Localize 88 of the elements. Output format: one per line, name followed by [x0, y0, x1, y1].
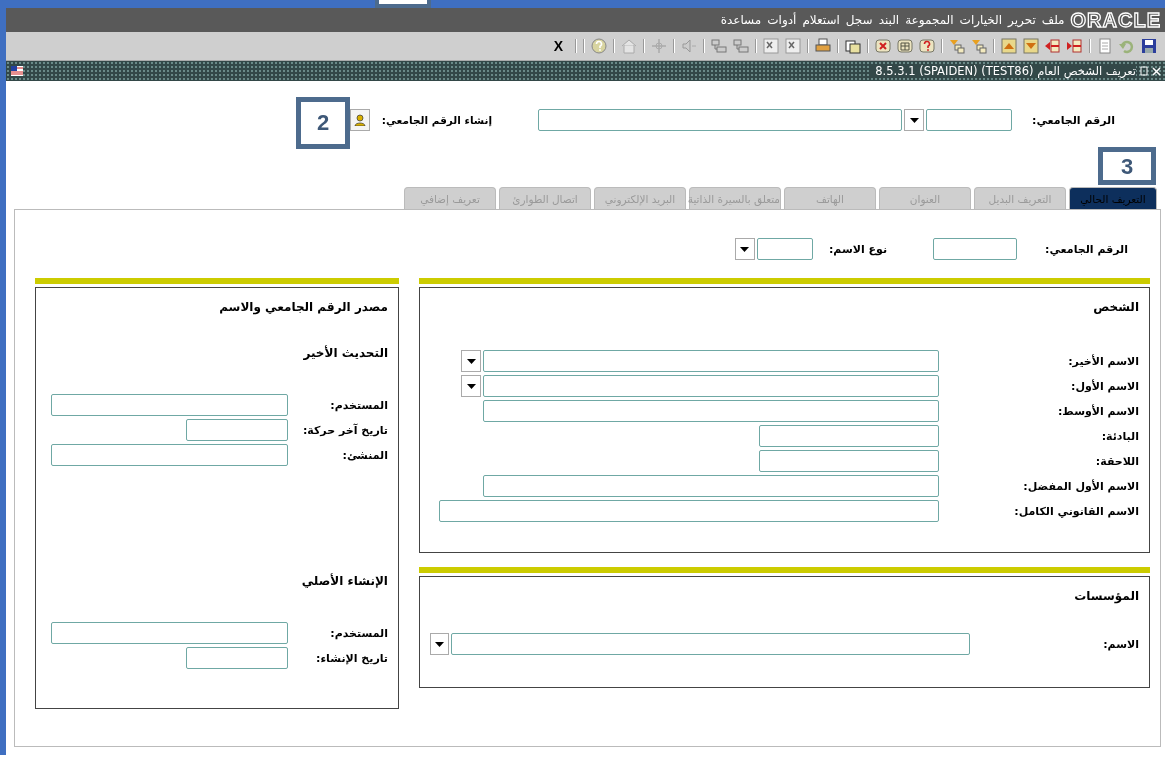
document-icon[interactable]: [1097, 38, 1113, 54]
caret-icon: [466, 383, 476, 389]
menu-item[interactable]: تحرير: [1008, 13, 1036, 27]
window-title: تعريف الشخص العام (TEST86) 8.5.3.1 (SPAIDEN): [871, 64, 1136, 78]
dropdown-button[interactable]: [461, 375, 481, 397]
caret-icon: [909, 117, 919, 123]
menu-item[interactable]: البند: [878, 13, 900, 27]
field-label: المستخدم:: [329, 626, 388, 640]
dropdown-button[interactable]: [461, 350, 481, 372]
section-title: المؤسسات: [1074, 589, 1139, 603]
cleared-x-icon[interactable]: [763, 38, 779, 54]
text-field[interactable]: [483, 400, 939, 422]
database-question-icon[interactable]: [919, 38, 935, 54]
field-label: الاسم:: [1102, 637, 1139, 651]
field-label: إنشاء الرقم الجامعي:: [381, 114, 493, 126]
flag-icon: [10, 64, 24, 78]
text-field[interactable]: [759, 425, 939, 447]
funnel-stack-icon[interactable]: [949, 38, 965, 54]
logo: ORACLE: [1070, 8, 1161, 32]
text-field[interactable]: [933, 238, 1018, 260]
text-field[interactable]: [51, 394, 288, 416]
caret-icon: [740, 246, 750, 252]
text-field[interactable]: [186, 647, 288, 669]
group-title: الإنشاء الأصلي: [301, 574, 388, 588]
menu-item[interactable]: أدوات: [767, 13, 797, 27]
section-title: مصدر الرقم الجامعي والاسم: [219, 300, 388, 314]
window-icon: [1140, 66, 1148, 76]
caret-icon: [466, 358, 476, 364]
text-field[interactable]: [483, 475, 939, 497]
database-table-icon[interactable]: [897, 38, 913, 54]
field-label: الاسم الأخير:: [1067, 354, 1139, 368]
generate-button[interactable]: [349, 109, 370, 131]
blocks-icon[interactable]: [711, 38, 727, 54]
caret-icon: [435, 641, 445, 647]
text-field[interactable]: [51, 622, 288, 644]
callout-number: 2: [296, 97, 350, 149]
text-field[interactable]: [538, 109, 903, 131]
section-title: الشخص: [1093, 300, 1139, 314]
field-label: اللاحقة:: [1094, 454, 1139, 468]
field-label: المستخدم:: [329, 398, 388, 412]
help-icon[interactable]: [591, 38, 607, 54]
text-field[interactable]: [483, 375, 939, 397]
field-label: الاسم الأول المفضل:: [1022, 479, 1139, 493]
field-label: نوع الاسم:: [828, 242, 888, 256]
dropdown-button[interactable]: [904, 109, 925, 131]
field-label: تاريخ آخر حركة:: [301, 423, 388, 437]
group-title: التحديث الأخير: [303, 346, 388, 360]
text-field[interactable]: [51, 444, 288, 466]
callout-frame: [375, 0, 431, 8]
field-label: الاسم الأول:: [1070, 379, 1139, 393]
field-label: تاريخ الإنشاء:: [315, 651, 388, 665]
menu-item[interactable]: سجل: [845, 13, 873, 27]
crosshair-icon[interactable]: [651, 38, 667, 54]
field-label: البادئة:: [1100, 429, 1139, 443]
house-icon[interactable]: [621, 38, 637, 54]
menu-item[interactable]: ملف: [1041, 13, 1065, 27]
field-label: الرقم الجامعي:: [1045, 242, 1128, 256]
exit-button[interactable]: X: [553, 38, 563, 54]
text-field[interactable]: [186, 419, 288, 441]
field-label: المنشئ:: [341, 448, 388, 462]
speaker-icon[interactable]: [681, 38, 697, 54]
text-field[interactable]: [451, 633, 970, 655]
callout-number: 3: [1098, 147, 1156, 185]
funnel-stack-icon[interactable]: [971, 38, 987, 54]
text-field[interactable]: [926, 109, 1013, 131]
cleared-x-icon[interactable]: [785, 38, 801, 54]
arrow-block-icon[interactable]: [1067, 38, 1083, 54]
menu-item[interactable]: المجموعة: [905, 13, 954, 27]
person-icon: [353, 114, 366, 126]
text-field[interactable]: [759, 450, 939, 472]
menu-item[interactable]: استعلام: [802, 13, 840, 27]
field-label: الرقم الجامعي:: [1032, 113, 1115, 127]
undo-icon[interactable]: [1119, 38, 1135, 54]
field-label: الاسم القانوني الكامل:: [1013, 504, 1139, 518]
menu-item[interactable]: مساعدة: [720, 13, 762, 27]
database-x-icon[interactable]: [875, 38, 891, 54]
dropdown-button[interactable]: [430, 633, 450, 655]
copy-icon[interactable]: [845, 38, 861, 54]
menu-item[interactable]: الخيارات: [959, 13, 1003, 27]
blocks-icon[interactable]: [733, 38, 749, 54]
arrow-block-icon[interactable]: [1045, 38, 1061, 54]
text-field[interactable]: [483, 350, 939, 372]
text-field[interactable]: [756, 238, 813, 260]
dropdown-button[interactable]: [734, 238, 755, 260]
printer-icon[interactable]: [815, 38, 831, 54]
text-field[interactable]: [439, 500, 939, 522]
field-label: الاسم الأوسط:: [1056, 404, 1139, 418]
close-icon[interactable]: [1152, 66, 1161, 76]
